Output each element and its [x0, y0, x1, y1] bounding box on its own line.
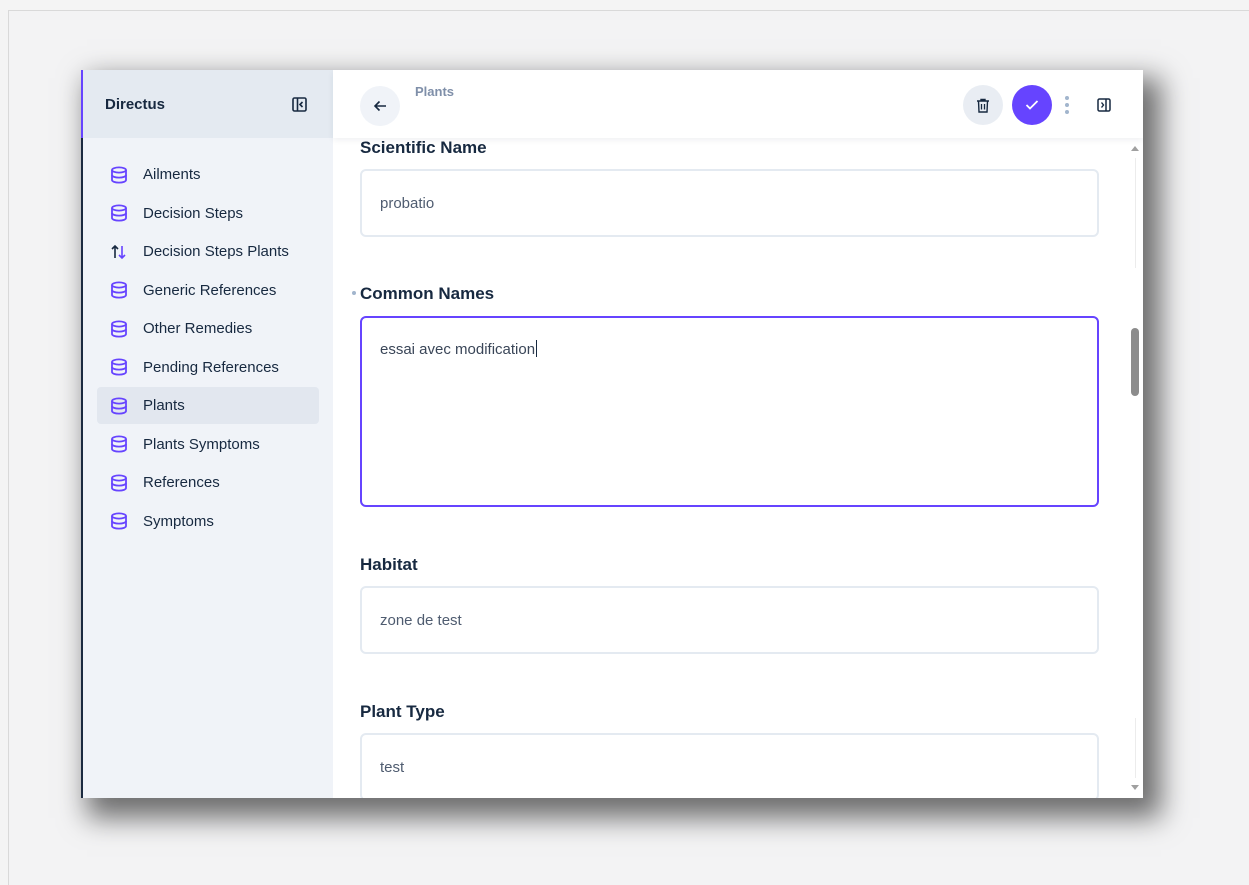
- sidebar-item-ailments[interactable]: Ailments: [97, 156, 319, 193]
- more-options-button[interactable]: [1059, 90, 1075, 120]
- app-title: Directus: [105, 95, 166, 113]
- sidebar-item-other-remedies[interactable]: Other Remedies: [97, 310, 319, 347]
- scroll-thumb[interactable]: [1131, 328, 1139, 396]
- text-cursor: [536, 340, 538, 357]
- sidebar-item-label: Plants: [143, 397, 185, 414]
- sidebar-item-decision-steps[interactable]: Decision Steps: [97, 195, 319, 232]
- common-names-textarea[interactable]: essai avec modification: [360, 316, 1099, 507]
- sidebar-item-label: Decision Steps Plants: [143, 243, 289, 260]
- right-panel-icon: [1097, 98, 1111, 112]
- sidebar-item-references[interactable]: References: [97, 464, 319, 501]
- delete-button[interactable]: [963, 85, 1003, 125]
- sidebar-item-pending-references[interactable]: Pending References: [97, 349, 319, 386]
- topbar: Plants: [333, 70, 1143, 138]
- database-icon: [109, 357, 129, 377]
- scientific-name-label: Scientific Name: [360, 138, 487, 157]
- breadcrumb[interactable]: Plants: [415, 84, 454, 99]
- app-window: Directus Ailments Decision Steps Decision …: [81, 70, 1143, 798]
- sidebar-item-plants-symptoms[interactable]: Plants Symptoms: [97, 426, 319, 463]
- common-names-value: essai avec modification: [380, 341, 536, 358]
- sidebar-item-label: Plants Symptoms: [143, 435, 260, 453]
- scroll-up-arrow-icon[interactable]: [1131, 146, 1139, 151]
- database-icon: [109, 396, 129, 416]
- sidebar-item-label: Pending References: [143, 358, 279, 376]
- scroll-track-upper: [1135, 158, 1136, 268]
- scroll-down-arrow-icon[interactable]: [1131, 785, 1139, 790]
- database-icon: [109, 203, 129, 223]
- database-icon: [109, 473, 129, 493]
- sidebar-item-plants[interactable]: Plants: [97, 387, 319, 424]
- sidebar-item-label: Symptoms: [143, 512, 214, 530]
- more-vert-icon: [1065, 96, 1069, 114]
- main-panel: Plants Scientific Name probatio Common N…: [333, 70, 1143, 798]
- habitat-input[interactable]: zone de test: [360, 586, 1099, 654]
- back-button[interactable]: [360, 86, 400, 126]
- plant-type-label: Plant Type: [360, 702, 445, 721]
- scientific-name-input[interactable]: probatio: [360, 169, 1099, 237]
- arrow-left-icon: [373, 100, 386, 112]
- relation-arrows-icon: [109, 242, 129, 262]
- sidebar-item-label: Decision Steps: [143, 204, 244, 222]
- habitat-label: Habitat: [360, 555, 418, 574]
- sidebar-item-label: References: [143, 474, 220, 491]
- check-icon: [1025, 100, 1039, 110]
- sidebar-item-label: Generic References: [143, 281, 277, 299]
- database-icon: [109, 280, 129, 300]
- database-icon: [109, 319, 129, 339]
- collection-nav: Ailments Decision Steps Decision Steps Pla…: [83, 138, 333, 540]
- trash-icon: [977, 98, 989, 113]
- sidebar-header: Directus: [81, 70, 333, 138]
- scroll-track-lower: [1135, 718, 1136, 778]
- sidebar-item-generic-references[interactable]: Generic References: [97, 272, 319, 309]
- collapse-sidebar-icon[interactable]: [291, 96, 307, 112]
- content-scrollbar[interactable]: [1128, 138, 1143, 798]
- sidebar-item-label: Ailments: [143, 166, 201, 183]
- form-content: Scientific Name probatio Common Names es…: [333, 138, 1128, 798]
- toggle-info-sidebar-button[interactable]: [1093, 94, 1115, 116]
- plant-type-input[interactable]: test: [360, 733, 1099, 798]
- sidebar: Directus Ailments Decision Steps Decision …: [81, 70, 333, 798]
- sidebar-item-label: Other Remedies: [143, 320, 253, 337]
- save-button[interactable]: [1012, 85, 1052, 125]
- sidebar-item-decision-steps-plants[interactable]: Decision Steps Plants: [97, 233, 319, 270]
- common-names-label: Common Names: [360, 284, 495, 303]
- sidebar-item-symptoms[interactable]: Symptoms: [97, 503, 319, 540]
- edited-indicator-dot: [352, 291, 356, 295]
- database-icon: [109, 165, 129, 185]
- database-icon: [109, 434, 129, 454]
- database-icon: [109, 511, 129, 531]
